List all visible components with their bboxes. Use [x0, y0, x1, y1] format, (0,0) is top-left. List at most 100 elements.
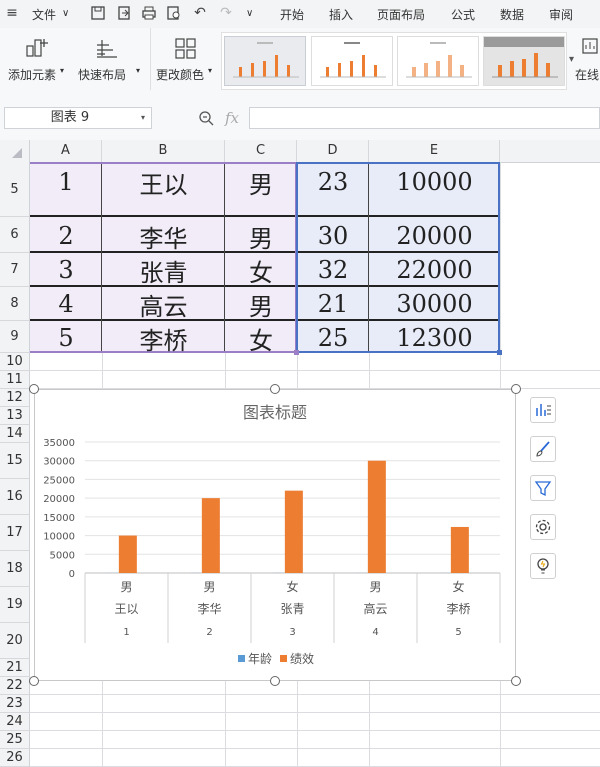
- online-chart-label[interactable]: 在线: [575, 66, 599, 83]
- tab-page-layout[interactable]: 页面布局: [377, 6, 425, 23]
- chart-ideas-button[interactable]: [530, 553, 556, 579]
- chart-settings-button[interactable]: [530, 514, 556, 540]
- row-header[interactable]: 9: [0, 321, 30, 353]
- row-header[interactable]: 24: [0, 713, 30, 731]
- column-header-e[interactable]: E: [369, 140, 500, 162]
- row-header[interactable]: 18: [0, 551, 30, 587]
- fx-icon[interactable]: fx: [225, 109, 239, 127]
- row-header[interactable]: 20: [0, 623, 30, 659]
- tab-home[interactable]: 开始: [280, 6, 304, 23]
- resize-handle[interactable]: [29, 384, 39, 394]
- tab-data[interactable]: 数据: [500, 6, 524, 23]
- chevron-down-icon[interactable]: ∨: [62, 8, 69, 19]
- cell-b6[interactable]: 李华: [102, 219, 225, 253]
- resize-handle[interactable]: [511, 384, 521, 394]
- export-icon[interactable]: [116, 5, 132, 21]
- cell-c9[interactable]: 女: [225, 321, 297, 355]
- cell-d8[interactable]: 21: [297, 287, 369, 321]
- quick-layout-label: 快速布局: [78, 68, 127, 82]
- cell-d5[interactable]: 23: [297, 162, 369, 202]
- cell-d9[interactable]: 25: [297, 321, 369, 355]
- chart-title[interactable]: 图表标题: [243, 403, 307, 422]
- row-header[interactable]: 8: [0, 287, 30, 321]
- add-element-button[interactable]: 添加元素 ▾: [6, 34, 66, 90]
- gallery-more-icon[interactable]: ▾: [569, 54, 574, 65]
- resize-handle[interactable]: [511, 676, 521, 686]
- chart-elements-icon: [536, 404, 551, 416]
- cell-d6[interactable]: 30: [297, 219, 369, 253]
- file-menu[interactable]: 文件: [32, 6, 56, 23]
- cell-b8[interactable]: 高云: [102, 287, 225, 321]
- resize-handle[interactable]: [29, 676, 39, 686]
- cell-e8[interactable]: 30000: [369, 287, 500, 321]
- row-header[interactable]: 23: [0, 695, 30, 713]
- row-header[interactable]: 14: [0, 425, 30, 443]
- lightbulb-icon: [537, 558, 549, 574]
- row-header[interactable]: 17: [0, 515, 30, 551]
- chart-style-thumb-2[interactable]: [311, 36, 393, 86]
- redo-icon[interactable]: ↷: [218, 5, 234, 21]
- tab-formulas[interactable]: 公式: [451, 6, 475, 23]
- row-header[interactable]: 16: [0, 479, 30, 515]
- row-header[interactable]: 13: [0, 407, 30, 425]
- column-header-c[interactable]: C: [225, 140, 297, 162]
- print-preview-icon[interactable]: [166, 5, 182, 21]
- column-header-b[interactable]: B: [102, 140, 225, 162]
- row-header[interactable]: 12: [0, 389, 30, 407]
- cell-a6[interactable]: 2: [30, 219, 102, 253]
- row-header[interactable]: 5: [0, 162, 30, 217]
- cell-a5[interactable]: 1: [30, 162, 102, 202]
- chart-elements-button[interactable]: [530, 397, 556, 423]
- row-header[interactable]: 22: [0, 677, 30, 695]
- cell-a8[interactable]: 4: [30, 287, 102, 321]
- cell-c6[interactable]: 男: [225, 219, 297, 253]
- row-header[interactable]: 25: [0, 731, 30, 749]
- cell-e9[interactable]: 12300: [369, 321, 500, 355]
- cell-d7[interactable]: 32: [297, 253, 369, 287]
- cell-b9[interactable]: 李桥: [102, 321, 225, 355]
- resize-handle[interactable]: [270, 384, 280, 394]
- row-header[interactable]: 21: [0, 659, 30, 677]
- chart-style-thumb-4[interactable]: [483, 36, 565, 86]
- select-all-corner[interactable]: [0, 140, 30, 162]
- chart-style-thumb-3[interactable]: [397, 36, 479, 86]
- formula-input[interactable]: [249, 107, 600, 129]
- tab-review[interactable]: 审阅: [549, 6, 573, 23]
- change-color-button[interactable]: 更改颜色 ▾: [156, 34, 220, 90]
- chart-filter-button[interactable]: [530, 475, 556, 501]
- cell-e6[interactable]: 20000: [369, 219, 500, 253]
- row-header[interactable]: 26: [0, 749, 30, 767]
- column-header-f[interactable]: [500, 140, 600, 162]
- tab-insert[interactable]: 插入: [329, 6, 353, 23]
- name-box[interactable]: 图表 9 ▾: [4, 107, 152, 129]
- quick-layout-button[interactable]: 快速布局 ▾: [78, 34, 142, 90]
- row-header[interactable]: 6: [0, 217, 30, 253]
- cell-c5[interactable]: 男: [225, 162, 297, 202]
- row-header[interactable]: 19: [0, 587, 30, 623]
- row-header[interactable]: 10: [0, 353, 30, 371]
- zoom-icon[interactable]: [198, 110, 214, 126]
- column-header-d[interactable]: D: [297, 140, 369, 162]
- save-icon[interactable]: [90, 5, 106, 21]
- change-color-icon: [175, 38, 196, 59]
- row-header[interactable]: 15: [0, 443, 30, 479]
- cell-e7[interactable]: 22000: [369, 253, 500, 287]
- cell-c8[interactable]: 男: [225, 287, 297, 321]
- cell-a7[interactable]: 3: [30, 253, 102, 287]
- resize-handle[interactable]: [270, 676, 280, 686]
- hamburger-icon[interactable]: ≡: [4, 5, 20, 21]
- chart-style-thumb-1[interactable]: [224, 36, 306, 86]
- cell-a9[interactable]: 5: [30, 321, 102, 355]
- row-header[interactable]: 7: [0, 253, 30, 287]
- undo-icon[interactable]: ↶: [192, 5, 208, 21]
- column-header-a[interactable]: A: [30, 140, 102, 162]
- chart-area[interactable]: 图表标题 35000 30000 25000 20000 15000 10000 5000 0…: [34, 389, 516, 681]
- cell-c7[interactable]: 女: [225, 253, 297, 287]
- row-header[interactable]: 11: [0, 371, 30, 389]
- quick-access-more-icon[interactable]: ∨: [246, 8, 253, 19]
- cell-b5[interactable]: 王以: [102, 162, 225, 202]
- cell-b7[interactable]: 张青: [102, 253, 225, 287]
- cell-e5[interactable]: 10000: [369, 162, 500, 202]
- chart-style-button[interactable]: [530, 436, 556, 462]
- print-icon[interactable]: [141, 5, 157, 21]
